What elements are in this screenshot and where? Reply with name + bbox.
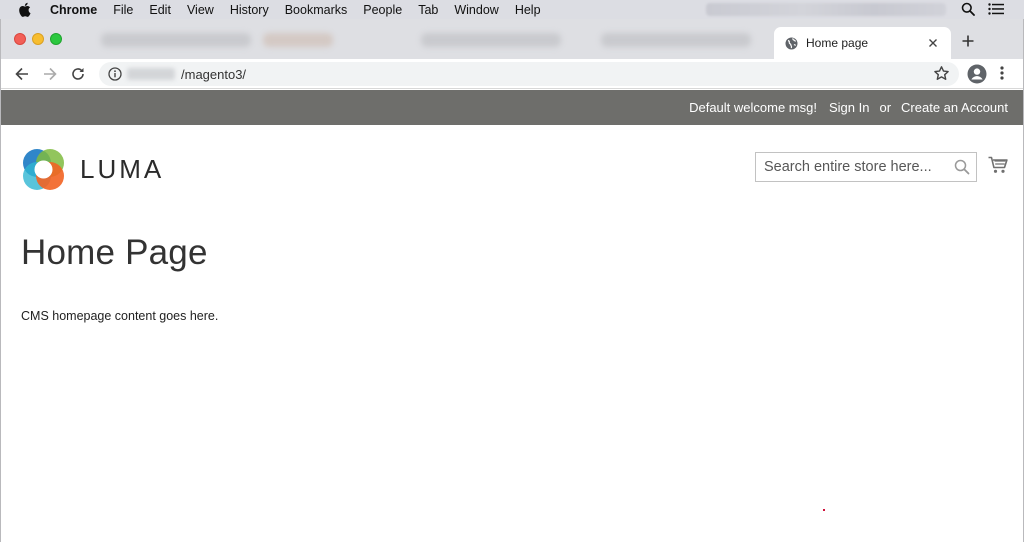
store-panel-header: Default welcome msg! Sign In or Create a… [1, 90, 1023, 125]
menu-view[interactable]: View [187, 3, 214, 17]
menu-bookmarks[interactable]: Bookmarks [285, 3, 348, 17]
tab-strip: Home page [1, 19, 1023, 59]
globe-icon [785, 37, 798, 50]
forward-button[interactable] [40, 64, 60, 84]
arrow-left-icon [15, 67, 28, 81]
logo-wordmark: LUMA [80, 153, 165, 184]
stray-pixel [823, 509, 825, 511]
menu-window[interactable]: Window [454, 3, 498, 17]
tab-home-page[interactable]: Home page [774, 27, 951, 59]
blurred-host [127, 68, 175, 80]
back-button[interactable] [12, 64, 32, 84]
search-icon[interactable] [954, 159, 970, 180]
menu-app-name[interactable]: Chrome [50, 3, 97, 17]
tab-title: Home page [806, 36, 869, 50]
menu-help[interactable]: Help [515, 3, 541, 17]
browser-window: Home page /magento3/ Default welcome msg… [0, 19, 1024, 542]
info-icon[interactable] [108, 67, 122, 86]
store-search-input[interactable] [756, 153, 946, 181]
bookmark-star-icon[interactable] [933, 65, 950, 87]
window-minimize-button[interactable] [32, 33, 44, 45]
menu-people[interactable]: People [363, 3, 402, 17]
chrome-menu-icon[interactable] [1000, 65, 1004, 86]
plus-icon [962, 35, 974, 47]
blurred-tab[interactable] [263, 33, 333, 47]
blurred-tab[interactable] [101, 33, 251, 47]
create-account-link[interactable]: Create an Account [901, 100, 1008, 115]
luma-logo-icon [23, 149, 64, 190]
menu-file[interactable]: File [113, 3, 133, 17]
shopping-cart-icon[interactable] [988, 156, 1008, 179]
window-close-button[interactable] [14, 33, 26, 45]
blurred-status-items [706, 3, 946, 16]
menu-tab[interactable]: Tab [418, 3, 438, 17]
menu-edit[interactable]: Edit [149, 3, 171, 17]
reload-icon [72, 68, 84, 80]
spotlight-search-icon[interactable] [961, 2, 975, 19]
apple-icon[interactable] [18, 2, 32, 17]
welcome-message: Default welcome msg! [689, 100, 817, 115]
blurred-tab[interactable] [421, 33, 561, 47]
arrow-right-icon [44, 67, 57, 81]
notification-center-icon[interactable] [988, 3, 1004, 18]
url-path: /magento3/ [181, 67, 247, 82]
menu-history[interactable]: History [230, 3, 269, 17]
mac-menubar: Chrome File Edit View History Bookmarks … [0, 0, 1024, 19]
or-separator: or [879, 100, 892, 115]
address-bar[interactable]: /magento3/ [99, 62, 959, 86]
window-maximize-button[interactable] [50, 33, 62, 45]
blurred-tab[interactable] [601, 33, 751, 47]
tab-close-icon[interactable] [925, 35, 941, 51]
cms-content-text: CMS homepage content goes here. [21, 309, 219, 323]
luma-logo[interactable]: LUMA [20, 146, 164, 192]
reload-button[interactable] [68, 64, 88, 84]
page-viewport: Default welcome msg! Sign In or Create a… [1, 90, 1023, 542]
page-title: Home Page [21, 233, 208, 272]
profile-avatar-icon[interactable] [967, 64, 987, 89]
browser-toolbar: /magento3/ [1, 59, 1023, 89]
sign-in-link[interactable]: Sign In [829, 100, 869, 115]
new-tab-button[interactable] [959, 32, 977, 50]
store-search [755, 152, 977, 182]
